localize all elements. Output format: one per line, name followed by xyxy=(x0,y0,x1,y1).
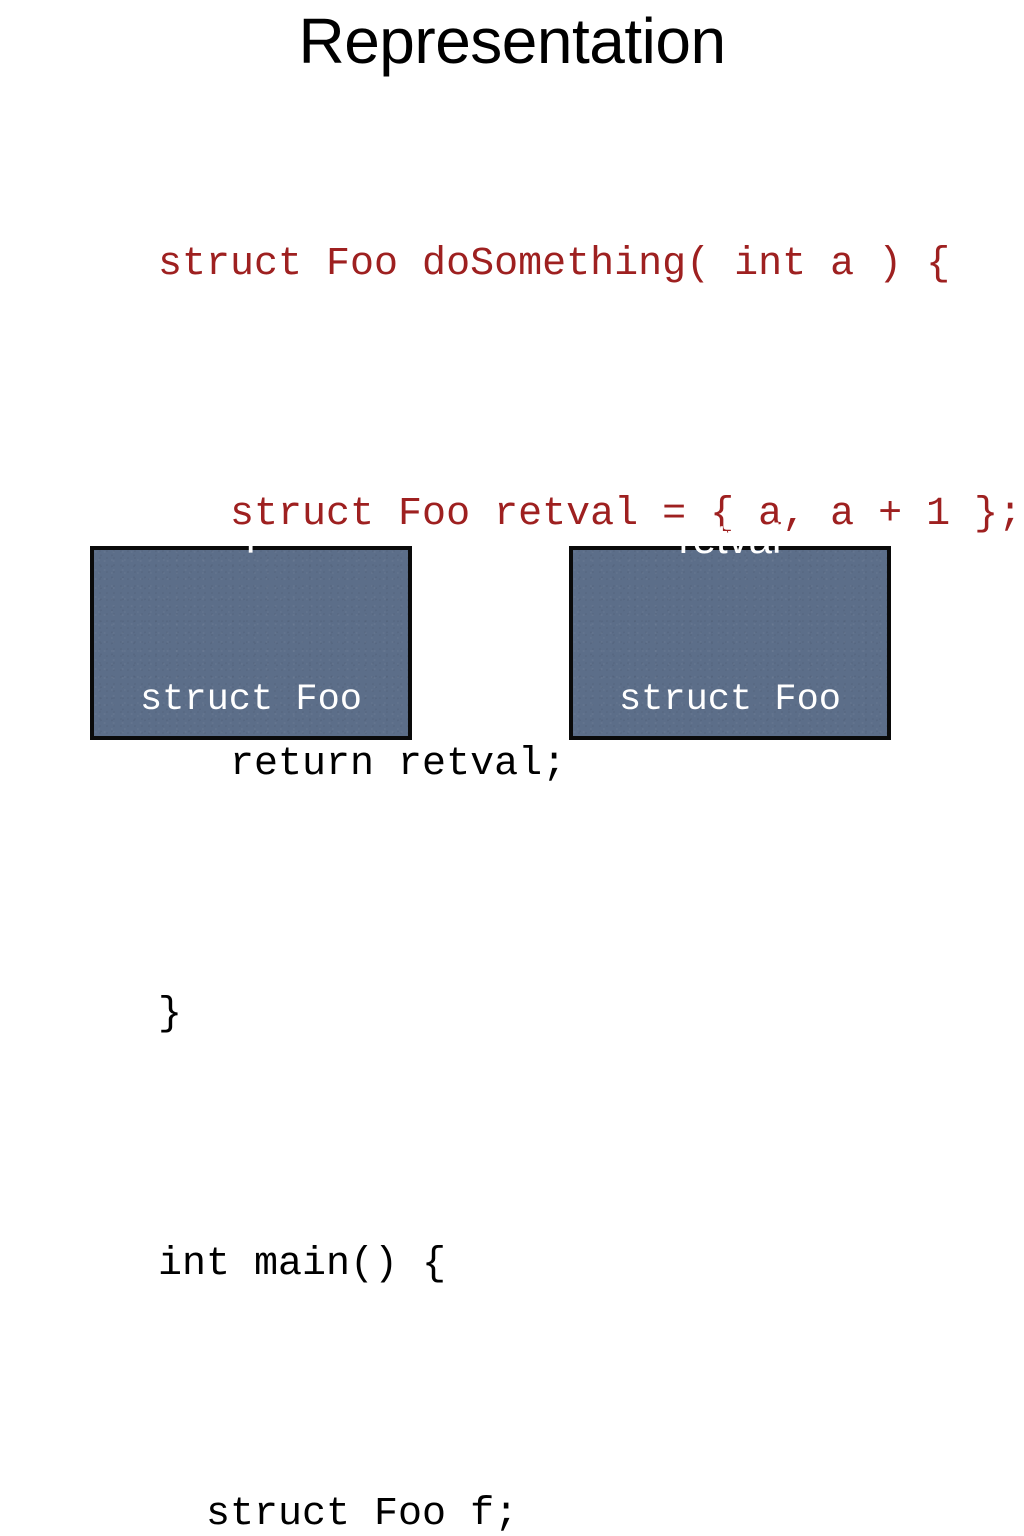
memory-box-retval-field-y: y: 2 xyxy=(663,967,797,1009)
code-span: struct Foo doSomething( int a ) { xyxy=(158,242,951,287)
memory-box-f-contents: struct Foo x: undef y: undef xyxy=(94,580,408,1108)
memory-box-f-field-x: x: undef xyxy=(151,823,351,865)
code-span: struct Foo retval = { a, a + 1 }; xyxy=(158,492,1023,537)
memory-box-f-field-y: y: undef xyxy=(151,967,351,1009)
memory-box-retval: struct Foo x: 1 y: 2 xyxy=(569,546,891,1009)
memory-box-retval-type: struct Foo xyxy=(618,679,842,721)
memory-box-retval-field-y-value: 2 xyxy=(774,967,797,1009)
memory-box-retval-field-x-value: 1 xyxy=(774,823,797,865)
memory-box-f: struct Foo x: undef y: undef xyxy=(90,546,412,1009)
memory-box-retval-field-x: x: 1 xyxy=(663,823,797,865)
code-line: struct Foo doSomething( int a ) { xyxy=(62,190,982,340)
code-span: struct Foo f; xyxy=(158,1492,519,1536)
code-line: struct Foo f; xyxy=(62,1440,982,1536)
code-span: int main() { xyxy=(158,1242,447,1287)
memory-box-f-type: struct Foo xyxy=(139,679,363,721)
memory-box-f-field-x-value: undef xyxy=(239,823,351,865)
page-title: Internal Representation xyxy=(298,0,726,77)
code-line: int main() { xyxy=(62,1190,982,1340)
memory-box-f-field-y-value: undef xyxy=(239,967,351,1009)
memory-box-retval-contents: struct Foo x: 1 y: 2 xyxy=(573,580,887,1108)
